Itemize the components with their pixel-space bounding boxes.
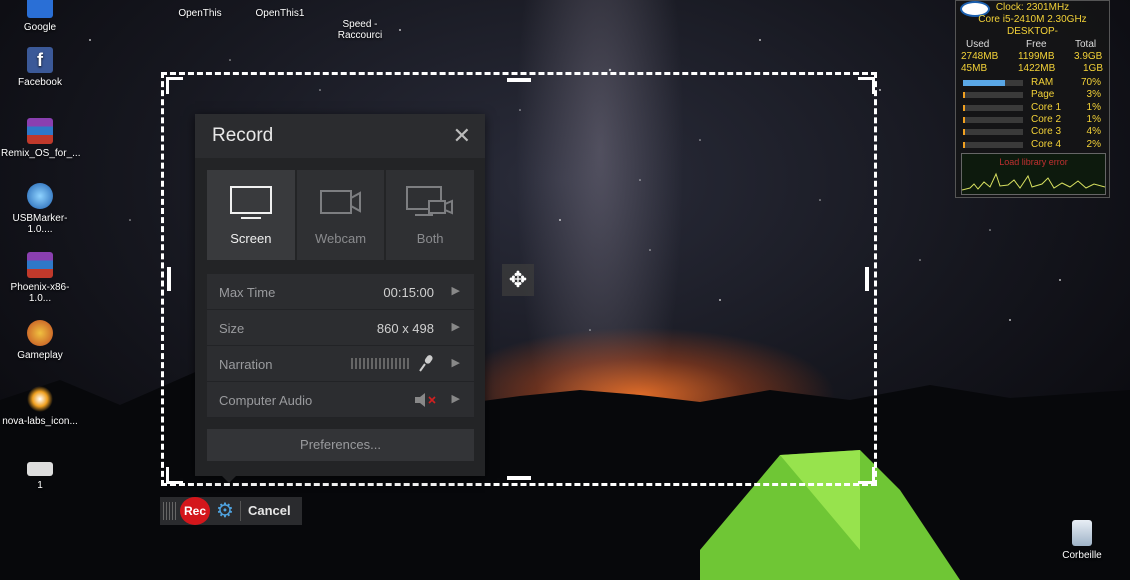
capture-handle-bottom[interactable] [507, 476, 531, 480]
panel-pointer [221, 475, 237, 483]
facebook-icon: f [27, 47, 53, 73]
setting-size[interactable]: Size 860 x 498 ▶ [207, 310, 474, 346]
gameplay-icon [27, 320, 53, 346]
recycle-bin-icon [1072, 520, 1092, 546]
usage-bar [963, 92, 1023, 99]
meter-row: RAM 70% [956, 77, 1109, 89]
capture-corner-top-left[interactable] [166, 77, 183, 94]
desktop-icon-remix-os[interactable]: Remix_OS_for_... [1, 118, 80, 159]
record-panel: Record ✕ Screen Webcam Both Max Time 00:… [195, 114, 485, 476]
preferences-button[interactable]: Preferences... [207, 429, 474, 461]
usb-disk-icon [27, 183, 53, 209]
gear-icon[interactable]: ⚙ [214, 500, 236, 522]
capture-corner-bottom-right[interactable] [858, 467, 875, 484]
capture-handle-top[interactable] [507, 78, 531, 82]
clock-speed: Clock: 2301MHz [995, 2, 1070, 13]
winrar-archive-icon [27, 118, 53, 144]
chevron-right-icon: ▶ [451, 357, 460, 369]
desktop-icon-recycle-bin[interactable]: Corbeille [1043, 520, 1121, 561]
desktop-icon-nova-labs[interactable]: nova-labs_icon... [1, 386, 79, 427]
speaker-muted-icon [415, 393, 436, 407]
capture-corner-top-right[interactable] [858, 77, 875, 94]
winrar-archive-icon [27, 252, 53, 278]
capture-mode-selector: Screen Webcam Both [207, 170, 475, 260]
cpu-history-graph: Load library error [961, 153, 1106, 195]
microphone-icon [419, 355, 433, 372]
capture-corner-bottom-left[interactable] [166, 467, 183, 484]
size-value: 860 x 498 [376, 321, 434, 336]
graph-error-text: Load library error [999, 157, 1068, 167]
desktop-icon-speed-raccourci[interactable]: Speed - Raccourci [320, 8, 400, 41]
meter-row: Page 3% [956, 89, 1109, 101]
chevron-right-icon: ▶ [451, 285, 460, 297]
mode-webcam-button[interactable]: Webcam [296, 170, 385, 260]
move-icon[interactable]: ✥ [502, 264, 534, 296]
rec-button[interactable]: Rec [180, 497, 210, 525]
desktop-icon-facebook[interactable]: f Facebook [1, 47, 79, 88]
capture-handle-right[interactable] [865, 267, 869, 291]
setting-computer-audio[interactable]: Computer Audio ▶ [207, 382, 474, 418]
meter-row: Core 2 1% [956, 114, 1109, 126]
toolbar-divider [240, 501, 241, 521]
desktop-icon-1[interactable]: 1 [1, 462, 79, 491]
mode-screen-button[interactable]: Screen [207, 170, 295, 260]
system-monitor-gadget[interactable]: Clock: 2301MHz Core i5-2410M 2.30GHz DES… [955, 0, 1110, 198]
desktop-icon-phoenix[interactable]: Phoenix-x86-1.0... [1, 252, 79, 304]
desktop-icon-usbmarker[interactable]: USBMarker-1.0.... [1, 183, 79, 235]
webcam-icon [319, 189, 361, 214]
desktop-icon-gameplay[interactable]: Gameplay [1, 320, 79, 361]
meter-row: Core 1 1% [956, 102, 1109, 114]
pagefile-row: 45MB 1422MB 1GB [961, 63, 1104, 74]
usage-bar [963, 141, 1023, 148]
recorder-toolbar: Rec ⚙ Cancel [160, 497, 302, 525]
chevron-right-icon: ▶ [451, 393, 460, 405]
cancel-button[interactable]: Cancel [248, 503, 291, 518]
record-panel-title: Record [212, 125, 274, 146]
usage-bar [963, 80, 1023, 86]
screen-and-webcam-icon [406, 185, 454, 216]
narration-level-meter [351, 358, 409, 369]
usage-bar [963, 129, 1023, 136]
close-icon[interactable]: ✕ [453, 123, 471, 149]
setting-narration[interactable]: Narration ▶ [207, 346, 474, 382]
image-file-icon [27, 462, 53, 476]
memory-row: 2748MB 1199MB 3.9GB [961, 51, 1103, 62]
desktop-icon-openthis[interactable]: OpenThis [160, 8, 240, 19]
max-time-value: 00:15:00 [383, 285, 434, 300]
usage-bar [963, 116, 1023, 123]
meter-row: Core 3 4% [956, 126, 1109, 138]
meter-row: Core 4 2% [956, 139, 1109, 151]
record-panel-header: Record ✕ [195, 114, 485, 158]
monitor-icon [229, 185, 272, 219]
drag-grip-icon[interactable] [163, 502, 177, 520]
chevron-right-icon: ▶ [451, 321, 460, 333]
host-name: DESKTOP- [1007, 26, 1058, 37]
memory-header-row: Used Free Total [966, 39, 1097, 50]
record-settings-list: Max Time 00:15:00 ▶ Size 860 x 498 ▶ Nar… [207, 274, 474, 418]
cpu-model: Core i5-2410M 2.30GHz [978, 14, 1087, 25]
capture-handle-left[interactable] [167, 267, 171, 291]
setting-max-time[interactable]: Max Time 00:15:00 ▶ [207, 274, 474, 310]
nova-labs-icon [27, 386, 53, 412]
desktop-icon-openthis1[interactable]: OpenThis1 [240, 8, 320, 19]
google-icon [27, 0, 53, 18]
mode-both-button[interactable]: Both [386, 170, 475, 260]
desktop-icon-google[interactable]: Google [1, 0, 79, 33]
usage-bar [963, 104, 1023, 111]
